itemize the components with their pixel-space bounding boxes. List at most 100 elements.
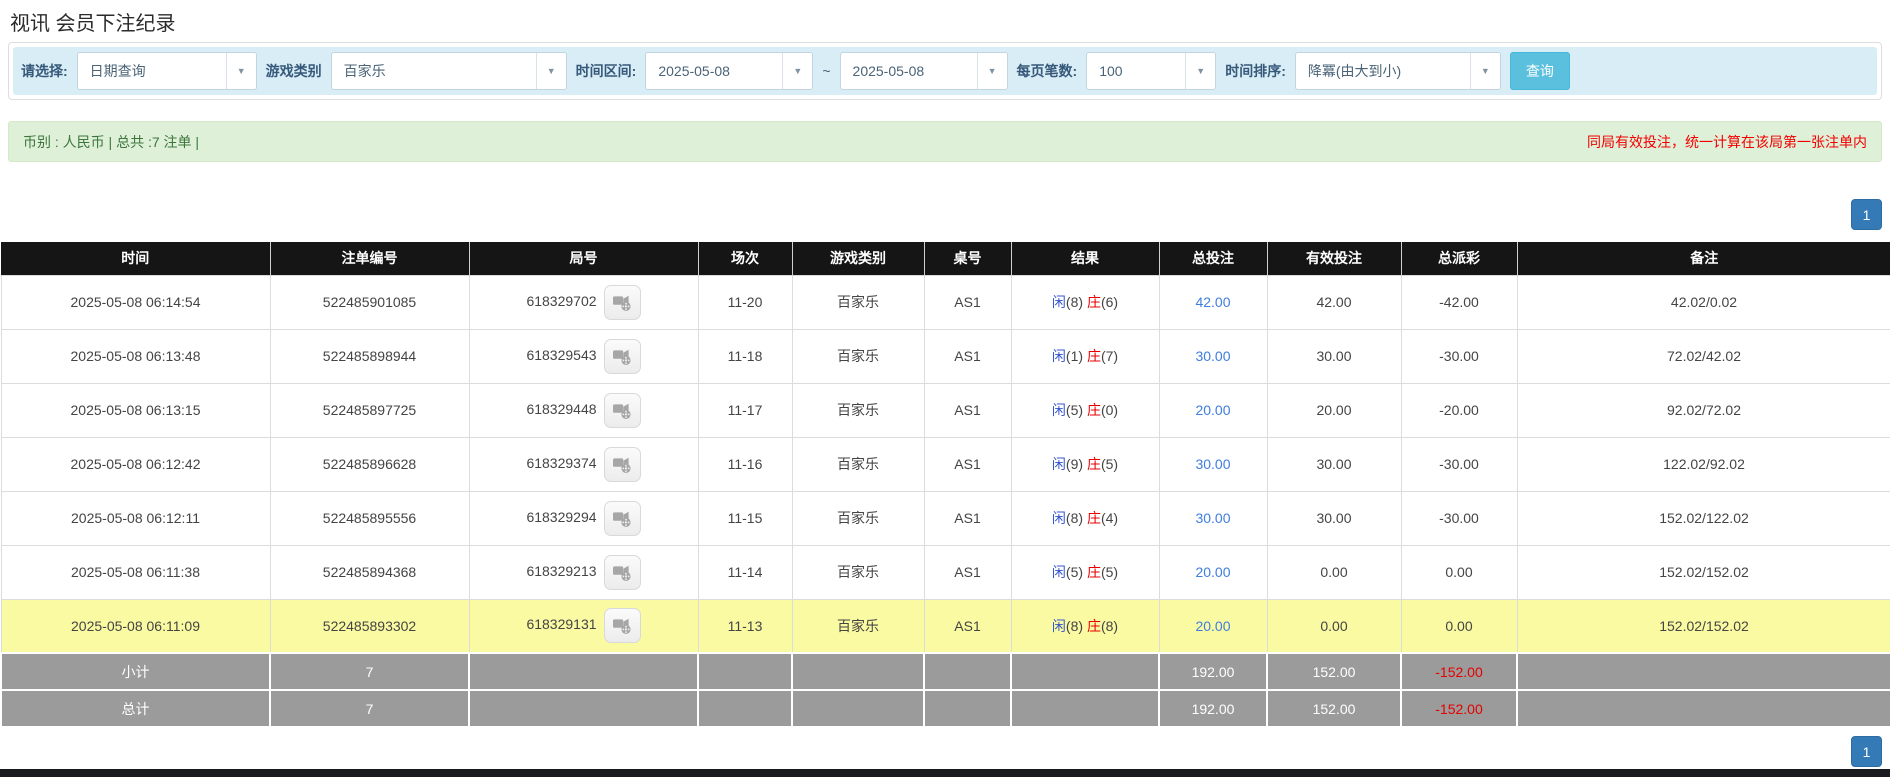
chevron-down-icon[interactable]: ▼ <box>782 53 813 89</box>
table-header: 时间 注单编号 局号 场次 游戏类别 桌号 结果 总投注 有效投注 总派彩 备注 <box>1 242 1890 275</box>
col-header-time: 时间 <box>1 242 271 275</box>
cell-total-bet: 30.00 <box>1158 490 1268 546</box>
time-sort-label: 时间排序: <box>1225 63 1286 79</box>
col-header-total-payout: 总派彩 <box>1401 242 1518 275</box>
cell-total-payout: 0.00 <box>1400 598 1518 654</box>
video-reel-icon <box>612 457 631 473</box>
cell-valid-bet: 20.00 <box>1266 382 1402 438</box>
total-bet-link[interactable]: 30.00 <box>1195 456 1230 472</box>
total-bet-link[interactable]: 20.00 <box>1195 402 1230 418</box>
cell-time: 2025-05-08 06:13:15 <box>0 382 271 438</box>
page-title: 视讯 会员下注纪录 <box>10 13 176 35</box>
total-bet-link[interactable]: 42.00 <box>1195 294 1230 310</box>
cell-total-bet: 20.00 <box>1158 598 1268 654</box>
cell-remark: 152.02/152.02 <box>1516 544 1890 600</box>
video-reel-icon <box>612 403 631 419</box>
select-type-label: 请选择: <box>21 63 68 79</box>
cell-remark: 92.02/72.02 <box>1516 382 1890 438</box>
cell-result: 闲(8) 庄(4) <box>1010 490 1160 546</box>
filter-bar: 请选择: 日期查询 ▼ 游戏类别 百家乐 ▼ 时间区间: 2025-05-08 … <box>13 47 1877 95</box>
cell-time: 2025-05-08 06:13:48 <box>0 328 271 384</box>
page-1-button[interactable]: 1 <box>1851 736 1882 767</box>
date-to-value: 2025-05-08 <box>852 63 925 79</box>
col-header-valid-bet: 有效投注 <box>1267 242 1402 275</box>
cell-time: 2025-05-08 06:12:11 <box>0 490 271 546</box>
cell-bet-id: 522485897725 <box>269 382 470 438</box>
time-sort-select[interactable]: 降冪(由大到小) ▼ <box>1294 52 1501 90</box>
video-replay-button[interactable] <box>603 338 641 374</box>
chevron-down-icon[interactable]: ▼ <box>225 53 256 89</box>
cell-valid-bet: 30.00 <box>1266 328 1402 384</box>
cell-round-id: 618329294 <box>468 490 699 546</box>
totals-row: 小计 7 192.00 152.00 -152.00 <box>0 652 1890 691</box>
cell-session: 11-20 <box>697 274 793 330</box>
totals-label: 小计 <box>0 652 271 691</box>
cell-total-bet: 30.00 <box>1158 436 1268 492</box>
cell-total-bet: 30.00 <box>1158 328 1268 384</box>
valid-bet-notice: 同局有效投注，统一计算在该局第一张注单内 <box>1587 133 1867 150</box>
cell-session: 11-17 <box>697 382 793 438</box>
video-replay-button[interactable] <box>603 284 641 320</box>
cell-bet-id: 522485901085 <box>269 274 470 330</box>
date-range-separator: ~ <box>822 63 831 79</box>
game-category-value: 百家乐 <box>343 63 386 79</box>
totals-label: 总计 <box>0 689 271 728</box>
totals-total-bet: 192.00 <box>1158 652 1268 691</box>
cell-valid-bet: 0.00 <box>1266 598 1402 654</box>
cell-bet-id: 522485896628 <box>269 436 470 492</box>
table-row: 2025-05-08 06:13:48 522485898944 6183295… <box>0 328 1890 384</box>
totals-payout: -152.00 <box>1400 689 1518 728</box>
page-1-button[interactable]: 1 <box>1851 199 1882 230</box>
query-type-select[interactable]: 日期查询 ▼ <box>76 52 257 90</box>
col-header-result: 结果 <box>1011 242 1160 275</box>
video-replay-button[interactable] <box>603 608 641 644</box>
col-header-remark: 备注 <box>1517 242 1890 275</box>
col-header-total-bet: 总投注 <box>1159 242 1268 275</box>
cell-total-payout: -30.00 <box>1400 436 1518 492</box>
cell-valid-bet: 42.00 <box>1266 274 1402 330</box>
video-replay-button[interactable] <box>603 446 641 482</box>
table-row: 2025-05-08 06:11:09 522485893302 6183291… <box>0 598 1890 654</box>
video-replay-button[interactable] <box>603 500 641 536</box>
cell-total-bet: 20.00 <box>1158 382 1268 438</box>
cell-total-payout: 0.00 <box>1400 544 1518 600</box>
page-size-select[interactable]: 100 ▼ <box>1086 52 1217 90</box>
table-row: 2025-05-08 06:13:15 522485897725 6183294… <box>0 382 1890 438</box>
totals-row: 总计 7 192.00 152.00 -152.00 <box>0 689 1890 728</box>
cell-round-id: 618329448 <box>468 382 699 438</box>
video-replay-button[interactable] <box>603 554 641 590</box>
total-bet-link[interactable]: 30.00 <box>1195 348 1230 364</box>
video-reel-icon <box>612 619 631 635</box>
date-from-select[interactable]: 2025-05-08 ▼ <box>645 52 814 90</box>
cell-round-id: 618329543 <box>468 328 699 384</box>
chevron-down-icon[interactable]: ▼ <box>976 53 1007 89</box>
cell-bet-id: 522485898944 <box>269 328 470 384</box>
cell-game-type: 百家乐 <box>791 328 925 384</box>
cell-bet-id: 522485894368 <box>269 544 470 600</box>
chevron-down-icon[interactable]: ▼ <box>535 53 566 89</box>
game-category-select[interactable]: 百家乐 ▼ <box>330 52 567 90</box>
chevron-down-icon[interactable]: ▼ <box>1185 53 1216 89</box>
betting-records-table: 时间 注单编号 局号 场次 游戏类别 桌号 结果 总投注 有效投注 总派彩 备注… <box>0 242 1890 728</box>
cell-remark: 152.02/122.02 <box>1516 490 1890 546</box>
total-bet-link[interactable]: 20.00 <box>1195 564 1230 580</box>
cell-total-payout: -30.00 <box>1400 490 1518 546</box>
cell-table-no: AS1 <box>923 382 1012 438</box>
page-size-label: 每页笔数: <box>1016 63 1078 79</box>
cell-table-no: AS1 <box>923 436 1012 492</box>
cell-table-no: AS1 <box>923 490 1012 546</box>
cell-result: 闲(1) 庄(7) <box>1010 328 1160 384</box>
total-bet-link[interactable]: 20.00 <box>1195 618 1230 634</box>
search-button[interactable]: 查询 <box>1509 52 1570 90</box>
totals-count: 7 <box>269 652 470 691</box>
chevron-down-icon[interactable]: ▼ <box>1469 53 1500 89</box>
cell-bet-id: 522485895556 <box>269 490 470 546</box>
cell-session: 11-16 <box>697 436 793 492</box>
cell-round-id: 618329131 <box>468 598 699 654</box>
total-bet-link[interactable]: 30.00 <box>1195 510 1230 526</box>
video-replay-button[interactable] <box>603 392 641 428</box>
cell-table-no: AS1 <box>923 274 1012 330</box>
date-to-select[interactable]: 2025-05-08 ▼ <box>839 52 1008 90</box>
cell-round-id: 618329213 <box>468 544 699 600</box>
game-category-label: 游戏类别 <box>265 63 322 79</box>
